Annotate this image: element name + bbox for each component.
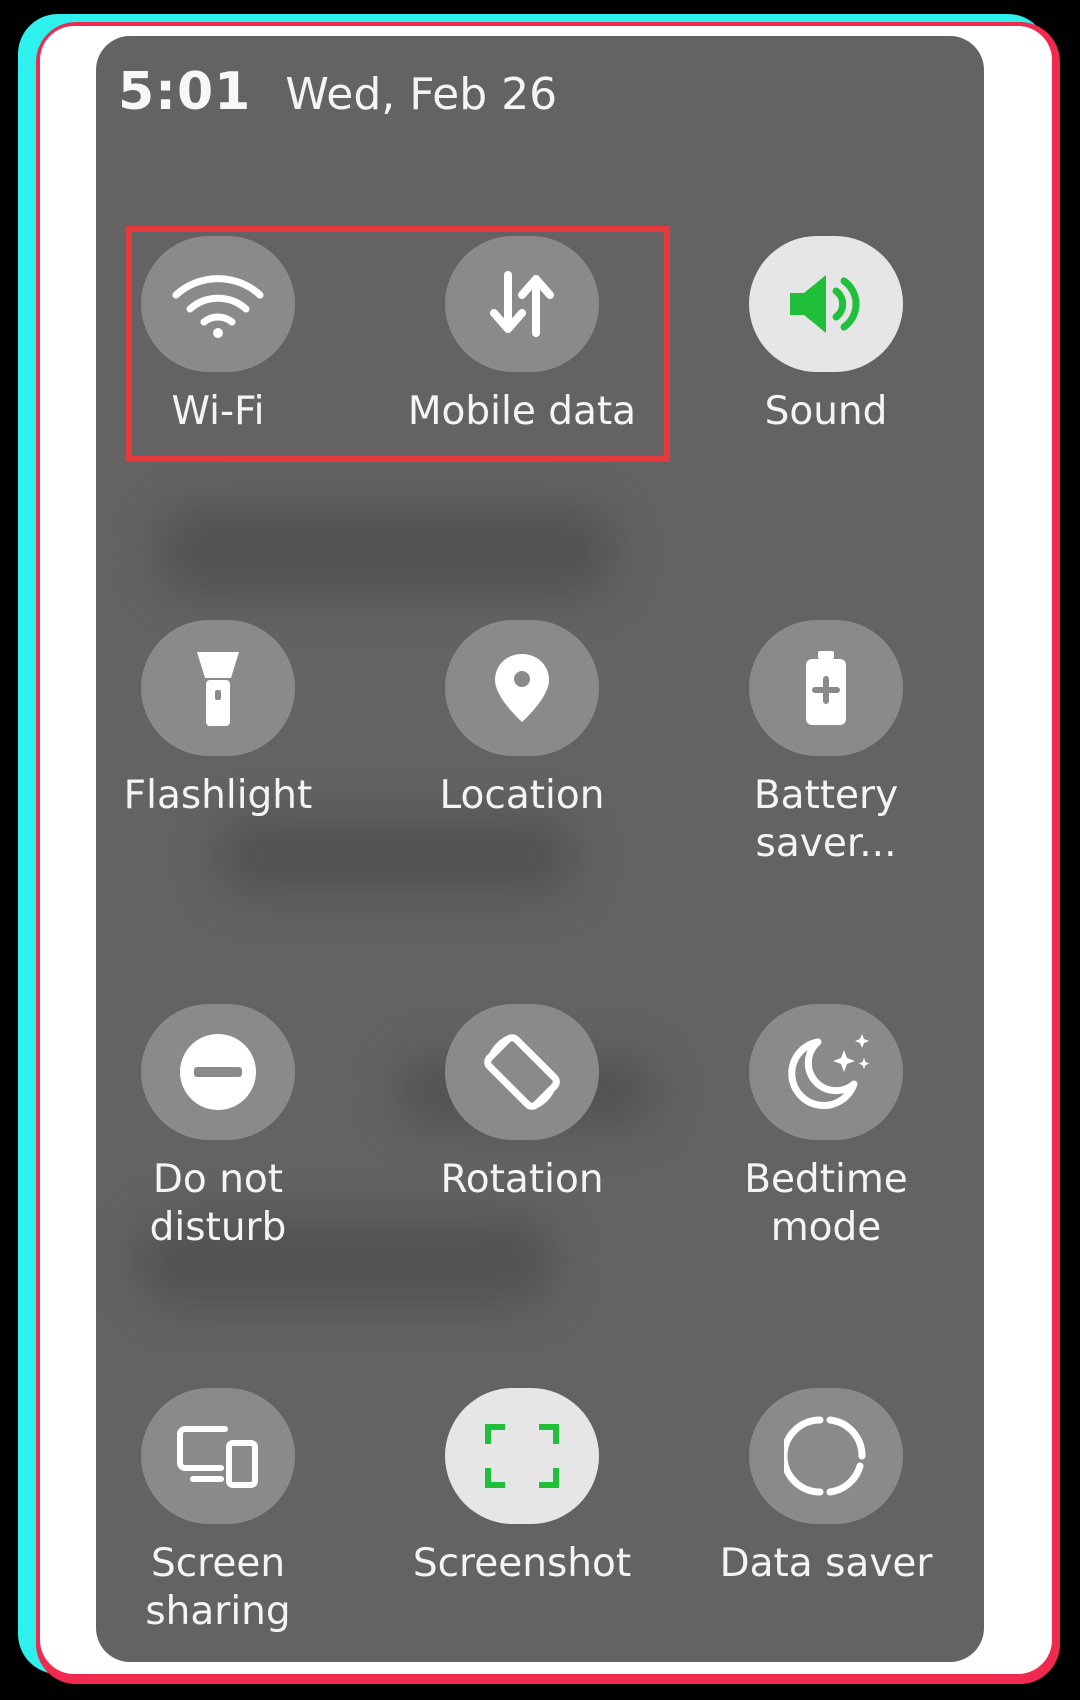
tile-rotation-button[interactable] <box>445 1004 599 1140</box>
tile-do-not-disturb[interactable]: Do not disturb <box>96 1004 358 1252</box>
tile-battery-saver-label: Battery saver... <box>753 773 899 866</box>
tile-flashlight[interactable]: Flashlight <box>96 620 358 820</box>
flashlight-icon <box>197 652 239 726</box>
tile-bedtime-mode-button[interactable] <box>749 1004 903 1140</box>
tile-sound[interactable]: Sound <box>686 236 966 436</box>
screenshot-frame-icon <box>485 1424 559 1488</box>
tile-location-label: Location <box>439 773 605 818</box>
tile-data-saver-label: Data saver <box>719 1541 933 1586</box>
speaker-icon <box>790 275 860 333</box>
tile-screenshot-button[interactable] <box>445 1388 599 1524</box>
location-pin-icon <box>495 654 549 722</box>
tile-do-not-disturb-button[interactable] <box>141 1004 295 1140</box>
tile-location[interactable]: Location <box>382 620 662 820</box>
tile-flashlight-button[interactable] <box>141 620 295 756</box>
clock-time: 5:01 <box>118 62 252 122</box>
tile-data-saver-button[interactable] <box>749 1388 903 1524</box>
tile-screen-sharing-label: Screen sharing <box>145 1541 291 1634</box>
tile-battery-saver[interactable]: Battery saver... <box>686 620 966 868</box>
highlight-box <box>126 226 670 462</box>
quick-settings-panel: 5:01 Wed, Feb 26 Wi-Fi Mobile data Sound… <box>96 36 984 1662</box>
tile-screen-sharing-button[interactable] <box>141 1388 295 1524</box>
tile-screenshot[interactable]: Screenshot <box>382 1388 662 1588</box>
screen-devices-icon <box>177 1426 258 1488</box>
tile-location-button[interactable] <box>445 620 599 756</box>
tile-rotation[interactable]: Rotation <box>382 1004 662 1204</box>
tile-screenshot-label: Screenshot <box>412 1541 632 1586</box>
tile-bedtime-mode-label: Bedtime mode <box>744 1157 908 1250</box>
tile-bedtime-mode[interactable]: Bedtime mode <box>686 1004 966 1252</box>
status-header: 5:01 Wed, Feb 26 <box>118 62 557 122</box>
tile-battery-saver-button[interactable] <box>749 620 903 756</box>
rotate-icon <box>484 1034 560 1110</box>
tile-sound-label: Sound <box>764 389 888 434</box>
battery-plus-icon <box>806 651 846 725</box>
tile-data-saver[interactable]: Data saver <box>686 1388 966 1588</box>
moon-stars-icon <box>788 1034 870 1109</box>
tile-do-not-disturb-label: Do not disturb <box>149 1157 287 1250</box>
minus-circle-icon <box>180 1034 256 1110</box>
tile-sound-button[interactable] <box>749 236 903 372</box>
data-saver-ring-icon <box>784 1416 866 1496</box>
tile-screen-sharing[interactable]: Screen sharing <box>96 1388 358 1636</box>
tile-flashlight-label: Flashlight <box>123 773 313 818</box>
background-blur <box>216 816 576 896</box>
tile-rotation-label: Rotation <box>440 1157 604 1202</box>
clock-date: Wed, Feb 26 <box>285 69 558 120</box>
background-blur <box>156 506 616 596</box>
